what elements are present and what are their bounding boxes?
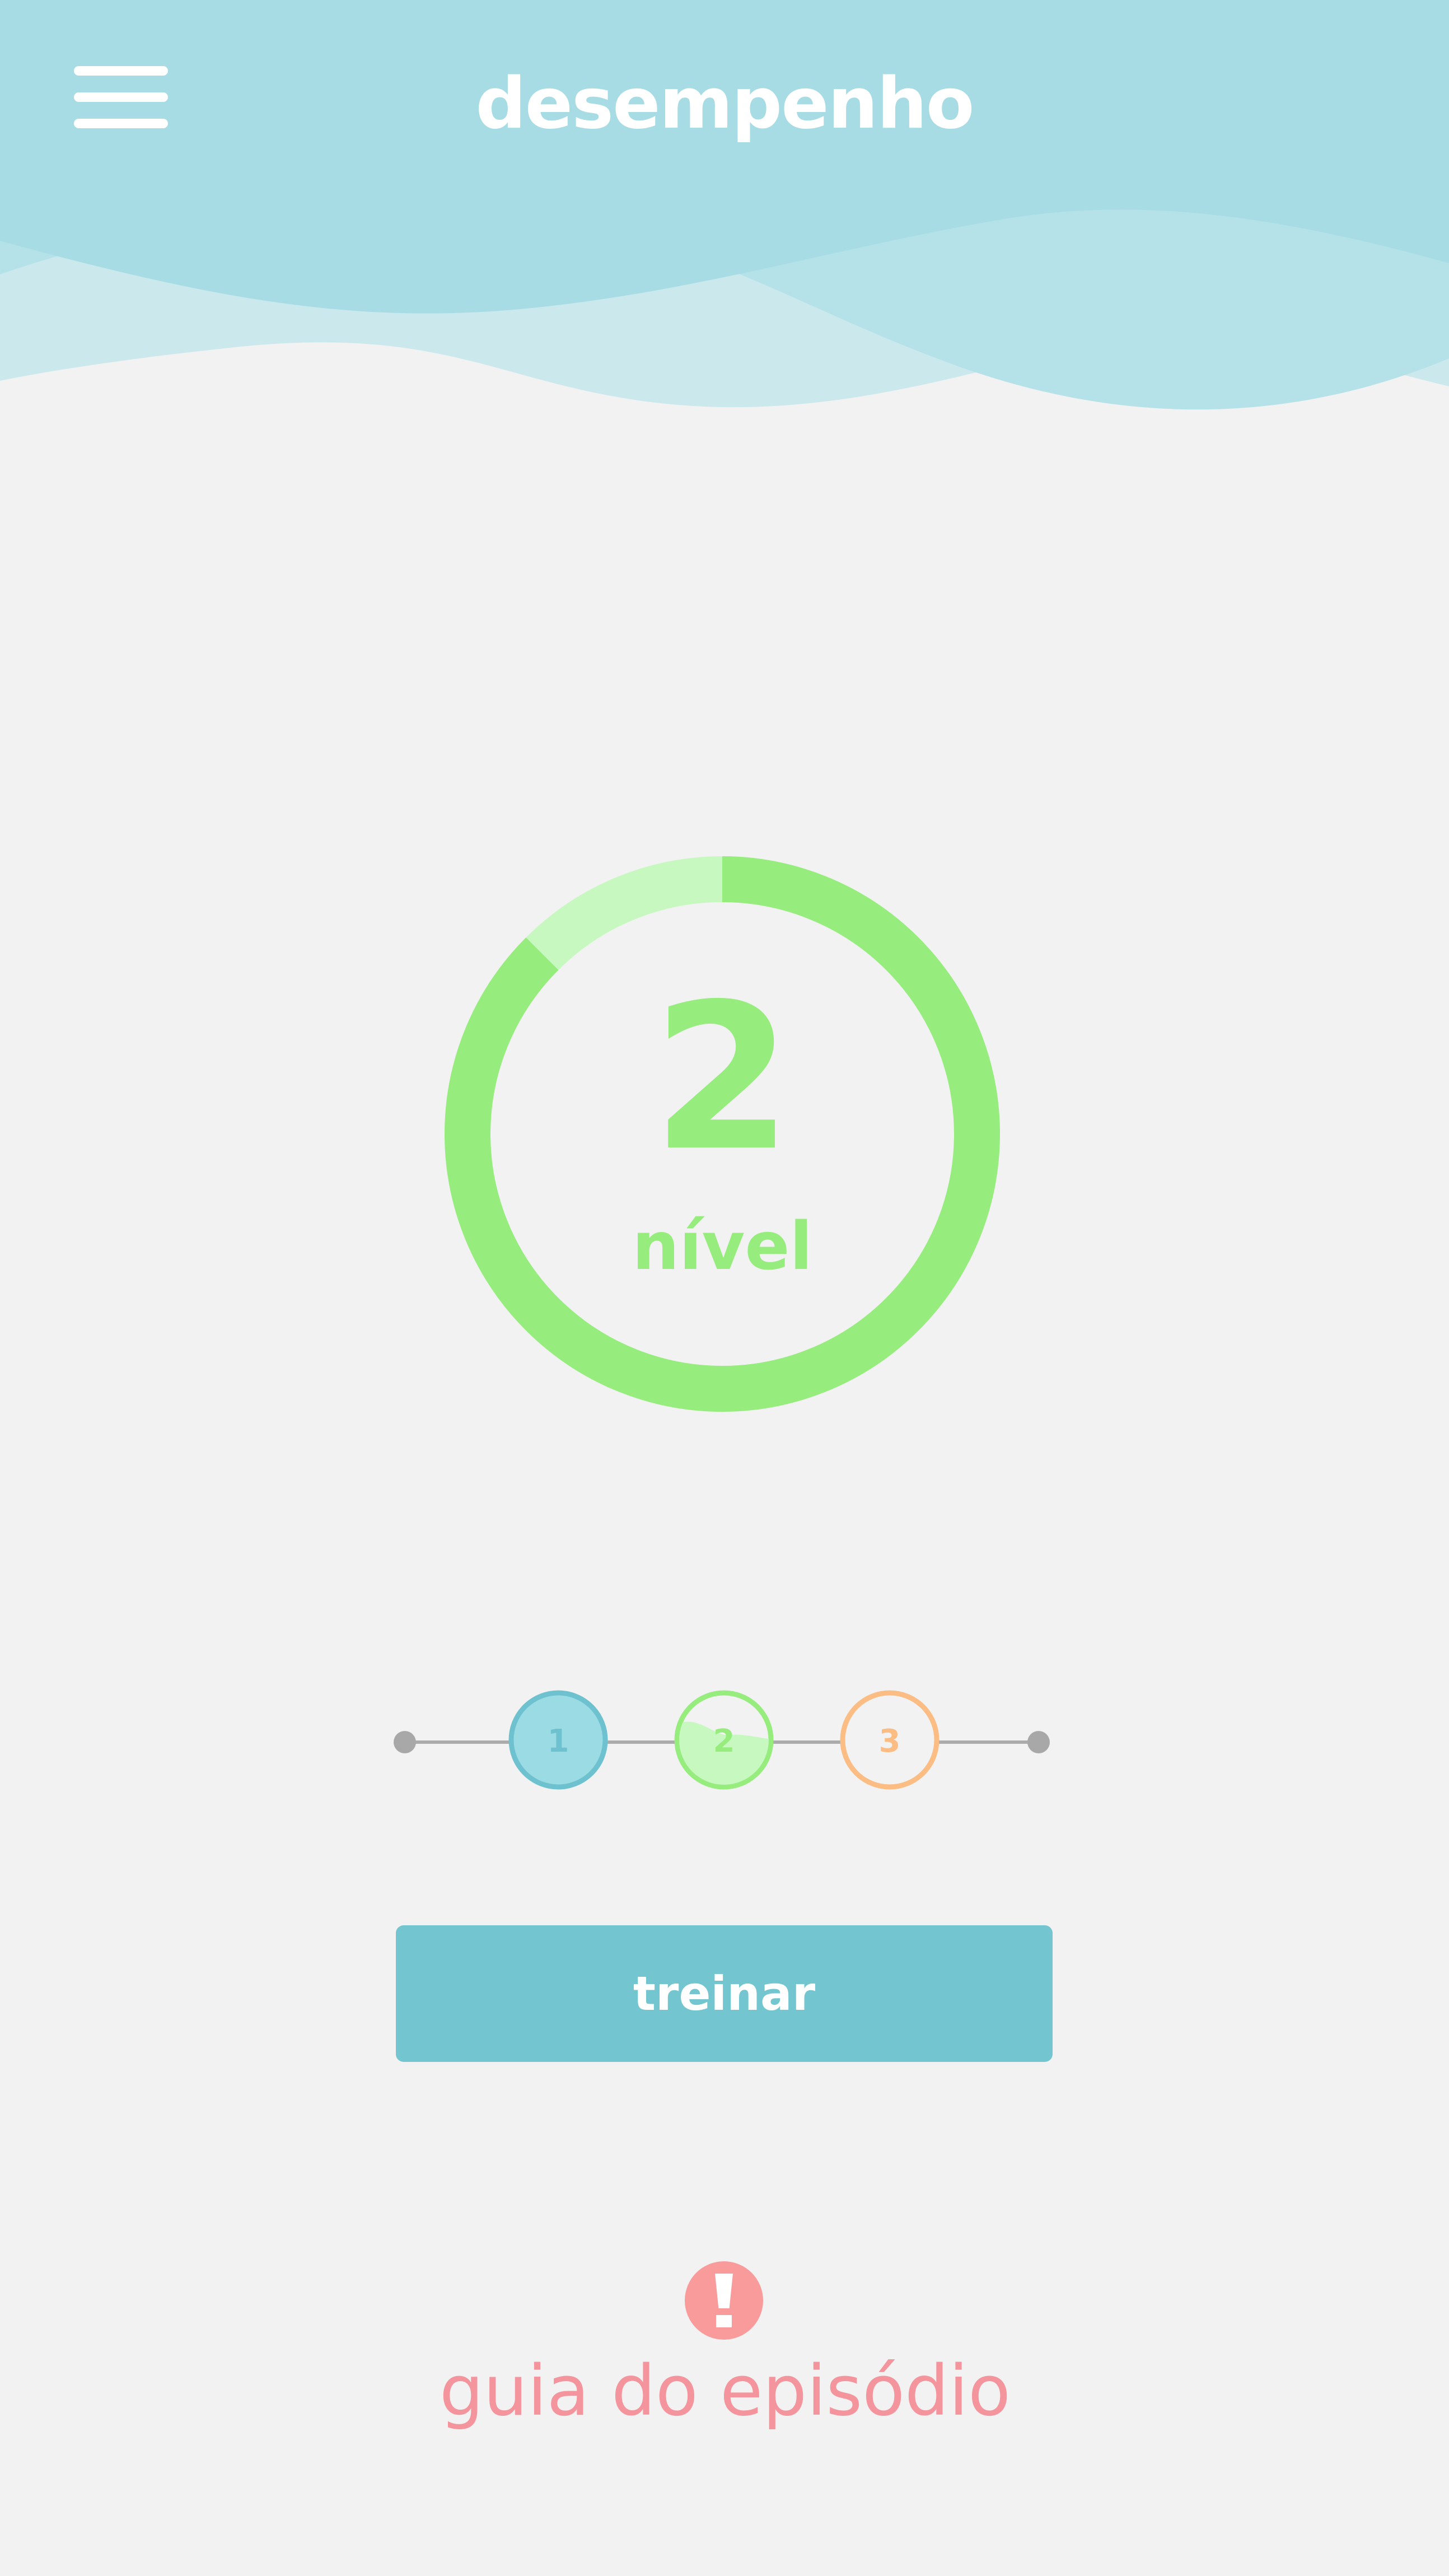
train-button[interactable]: treinar [396, 1925, 1053, 2062]
step-2-label[interactable]: 2 [674, 1714, 774, 1770]
alert-exclamation-icon [685, 2261, 763, 2340]
header: desempenho [0, 0, 1449, 414]
step-3-label[interactable]: 3 [839, 1714, 940, 1770]
episode-guide-label: guia do episódio [439, 2351, 1011, 2432]
level-stepper: 1 2 3 [386, 1686, 1064, 1798]
episode-guide-link[interactable]: guia do episódio [386, 2257, 1064, 2442]
page-title: desempenho [475, 62, 974, 144]
step-1-label[interactable]: 1 [508, 1714, 609, 1770]
level-number: 2 [652, 960, 793, 1195]
level-label: nível [632, 1207, 812, 1285]
stepper-start-dot [394, 1731, 416, 1753]
stepper-end-dot [1027, 1731, 1050, 1753]
